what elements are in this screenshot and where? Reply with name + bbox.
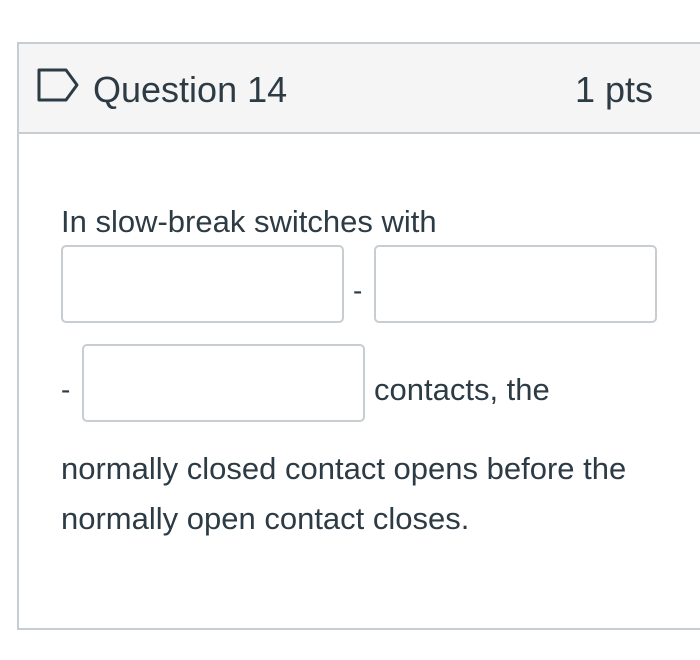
question-text-line-1: In slow-break switches with bbox=[61, 204, 437, 239]
question-text-after-blanks: contacts, the bbox=[374, 372, 550, 407]
question-points: 1 pts bbox=[575, 69, 654, 110]
question-card: Question 14 1 pts In slow-break switches… bbox=[17, 42, 700, 630]
blank-separator-2: - bbox=[61, 374, 71, 405]
question-header: Question 14 1 pts bbox=[19, 44, 700, 134]
question-text-line-3: normally closed contact opens before the bbox=[61, 451, 627, 486]
blank-separator-1: - bbox=[353, 275, 363, 306]
blank-input-1[interactable] bbox=[61, 245, 344, 323]
blank-input-2[interactable] bbox=[374, 245, 657, 323]
question-text-line-4: normally open contact closes. bbox=[61, 501, 470, 536]
question-title: Question 14 bbox=[93, 69, 288, 110]
blank-input-3[interactable] bbox=[82, 344, 365, 422]
flag-icon[interactable] bbox=[36, 67, 80, 103]
